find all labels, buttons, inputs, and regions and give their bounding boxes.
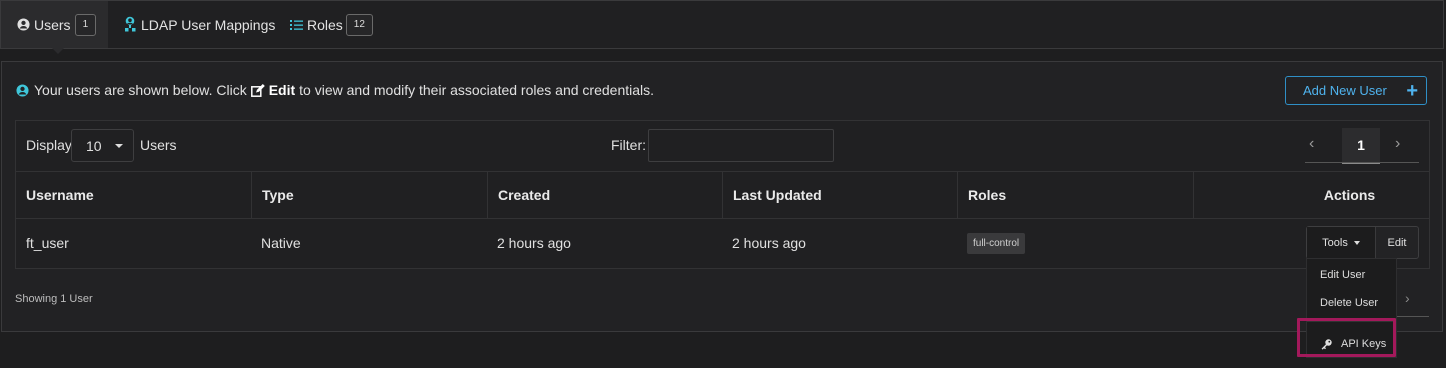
- chevron-down-icon: [115, 144, 123, 148]
- user-circle-icon: [16, 83, 29, 97]
- table-header: Username Type Created Last Updated Roles…: [16, 172, 1429, 219]
- footer-next-page[interactable]: ›: [1405, 290, 1410, 306]
- tab-users[interactable]: Users 1: [1, 1, 108, 48]
- tab-bar: Users 1 LDAP User Mappings Roles 12: [0, 0, 1444, 54]
- row-actions: Tools Edit: [1306, 226, 1419, 259]
- page-size-value: 10: [86, 137, 102, 154]
- page-size-select[interactable]: 10: [71, 129, 134, 162]
- users-label: Users: [140, 137, 177, 153]
- pagination-current-page[interactable]: 1: [1342, 128, 1380, 164]
- menu-item-delete-user[interactable]: Delete User: [1320, 297, 1378, 309]
- pagination-underline: [1305, 162, 1419, 163]
- tab-users-count: 1: [74, 13, 97, 36]
- edit-icon: [250, 83, 265, 97]
- api-keys-highlight-box: [1297, 318, 1396, 357]
- ldap-users-icon: [123, 16, 139, 33]
- info-edit-word: Edit: [268, 82, 296, 98]
- users-table: Display 10 Users Filter: ‹ 1 › Username …: [15, 120, 1430, 269]
- info-prefix: Your users are shown below. Click: [34, 82, 247, 98]
- plus-icon: +: [1406, 80, 1418, 102]
- edit-button[interactable]: Edit: [1376, 227, 1418, 258]
- table-row: ft_user Native 2 hours ago 2 hours ago f…: [16, 219, 1429, 267]
- add-new-user-label: Add New User: [1303, 83, 1387, 98]
- filter-label: Filter:: [611, 137, 646, 153]
- display-label: Display: [26, 137, 72, 153]
- tab-roles-label: Roles: [307, 16, 343, 33]
- add-new-user-button[interactable]: Add New User +: [1285, 76, 1427, 105]
- tab-ldap-user-mappings[interactable]: LDAP User Mappings: [123, 1, 275, 48]
- table-controls: Display 10 Users Filter: ‹ 1 ›: [16, 121, 1429, 172]
- cell-last-updated: 2 hours ago: [732, 235, 806, 251]
- active-tab-caret: [51, 47, 65, 54]
- tab-roles-count: 12: [345, 13, 373, 36]
- col-created[interactable]: Created: [487, 172, 722, 218]
- tools-label: Tools: [1322, 236, 1348, 249]
- users-panel: Your users are shown below. Click Edit t…: [1, 61, 1443, 332]
- filter-input[interactable]: [648, 129, 834, 162]
- showing-count: Showing 1 User: [15, 293, 93, 305]
- cell-username: ft_user: [26, 235, 69, 251]
- menu-item-edit-user[interactable]: Edit User: [1320, 269, 1365, 281]
- tab-users-label: Users: [34, 16, 71, 33]
- tools-dropdown-button[interactable]: Tools: [1307, 227, 1376, 258]
- pagination-next[interactable]: ›: [1395, 135, 1400, 153]
- cell-created: 2 hours ago: [497, 235, 571, 251]
- tab-roles[interactable]: Roles 12: [290, 1, 373, 48]
- cell-type: Native: [261, 235, 301, 251]
- user-circle-icon: [17, 18, 30, 31]
- col-roles[interactable]: Roles: [957, 172, 1193, 218]
- info-suffix: to view and modify their associated role…: [299, 82, 655, 98]
- list-icon: [290, 19, 303, 31]
- caret-down-icon: [1353, 240, 1360, 245]
- col-actions: Actions: [1193, 172, 1429, 218]
- cell-roles: full-control: [957, 219, 1026, 267]
- col-last-updated[interactable]: Last Updated: [722, 172, 957, 218]
- info-message: Your users are shown below. Click Edit t…: [16, 82, 654, 98]
- col-username[interactable]: Username: [16, 172, 252, 218]
- tab-ldap-label: LDAP User Mappings: [141, 16, 276, 33]
- role-tag: full-control: [967, 232, 1026, 254]
- col-type[interactable]: Type: [251, 172, 487, 218]
- pagination-prev[interactable]: ‹: [1309, 135, 1314, 153]
